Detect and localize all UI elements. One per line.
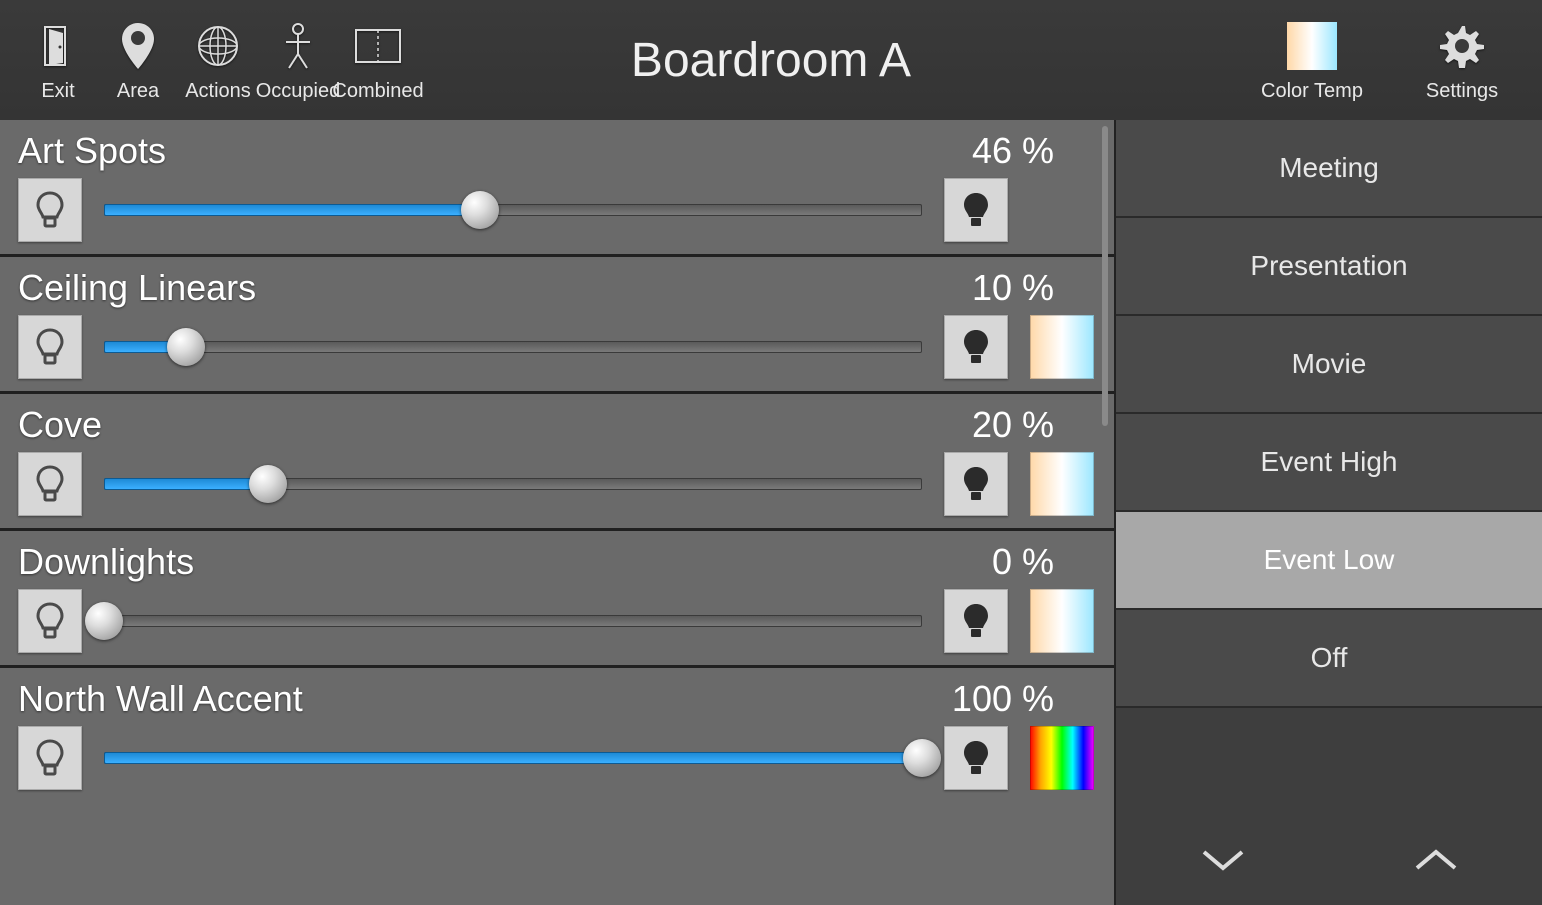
preset-page-up[interactable] [1329, 815, 1542, 905]
exit-icon [33, 18, 83, 74]
topbar: Exit Area Actions Occupied [0, 0, 1542, 120]
area-label: Area [117, 80, 159, 103]
occupied-button[interactable]: Occupied [258, 8, 338, 113]
actions-button[interactable]: Actions [178, 8, 258, 113]
channel-name: Art Spots [18, 130, 166, 172]
channel-percent: 0 % [992, 541, 1094, 583]
preset-button[interactable]: Movie [1116, 316, 1542, 414]
combined-icon [353, 18, 403, 74]
channel-row: Art Spots 46 % [0, 120, 1114, 257]
channel-name: Ceiling Linears [18, 267, 256, 309]
level-slider[interactable] [104, 464, 922, 504]
pin-icon [113, 18, 163, 74]
settings-button[interactable]: Settings [1402, 8, 1522, 113]
bulb-off-button[interactable] [18, 315, 82, 379]
actions-label: Actions [185, 80, 251, 103]
preset-spacer [1116, 708, 1542, 815]
level-slider[interactable] [104, 190, 922, 230]
channel-name: Downlights [18, 541, 194, 583]
channel-name: Cove [18, 404, 102, 446]
channel-percent: 46 % [972, 130, 1094, 172]
occupied-label: Occupied [256, 80, 341, 103]
topbar-right-group: Color Temp Settings [1252, 8, 1542, 113]
combined-label: Combined [332, 80, 423, 103]
bulb-on-button[interactable] [944, 178, 1008, 242]
channel-row: North Wall Accent 100 % [0, 668, 1114, 802]
color-temp-label: Color Temp [1261, 80, 1363, 103]
preset-button[interactable]: Off [1116, 610, 1542, 708]
bulb-on-button[interactable] [944, 726, 1008, 790]
color-temp-icon [1287, 18, 1337, 74]
preset-nav [1116, 815, 1542, 905]
bulb-off-button[interactable] [18, 589, 82, 653]
bulb-off-button[interactable] [18, 726, 82, 790]
body: Art Spots 46 % Ceiling Linears 10 % [0, 120, 1542, 905]
gear-icon [1437, 18, 1487, 74]
settings-label: Settings [1426, 80, 1498, 103]
channel-percent: 10 % [972, 267, 1094, 309]
exit-label: Exit [41, 80, 74, 103]
scrollbar[interactable] [1102, 126, 1108, 426]
preset-panel: MeetingPresentationMovieEvent HighEvent … [1114, 120, 1542, 905]
rgb-swatch[interactable] [1030, 726, 1094, 790]
level-slider[interactable] [104, 601, 922, 641]
topbar-left-group: Exit Area Actions Occupied [0, 8, 418, 113]
bulb-off-button[interactable] [18, 178, 82, 242]
channel-name: North Wall Accent [18, 678, 303, 720]
preset-button[interactable]: Event High [1116, 414, 1542, 512]
channel-percent: 20 % [972, 404, 1094, 446]
preset-page-down[interactable] [1116, 815, 1329, 905]
preset-button[interactable]: Presentation [1116, 218, 1542, 316]
globe-icon [193, 18, 243, 74]
bulb-on-button[interactable] [944, 589, 1008, 653]
channel-row: Downlights 0 % [0, 531, 1114, 668]
bulb-on-button[interactable] [944, 452, 1008, 516]
color-temp-swatch[interactable] [1030, 315, 1094, 379]
channel-percent: 100 % [952, 678, 1094, 720]
color-temp-button[interactable]: Color Temp [1252, 8, 1372, 113]
channel-list: Art Spots 46 % Ceiling Linears 10 % [0, 120, 1114, 905]
preset-button[interactable]: Event Low [1116, 512, 1542, 610]
channel-row: Cove 20 % [0, 394, 1114, 531]
combined-button[interactable]: Combined [338, 8, 418, 113]
person-icon [273, 18, 323, 74]
color-temp-swatch[interactable] [1030, 589, 1094, 653]
bulb-off-button[interactable] [18, 452, 82, 516]
level-slider[interactable] [104, 327, 922, 367]
channel-row: Ceiling Linears 10 % [0, 257, 1114, 394]
color-temp-swatch[interactable] [1030, 452, 1094, 516]
area-button[interactable]: Area [98, 8, 178, 113]
bulb-on-button[interactable] [944, 315, 1008, 379]
preset-button[interactable]: Meeting [1116, 120, 1542, 218]
level-slider[interactable] [104, 738, 922, 778]
exit-button[interactable]: Exit [18, 8, 98, 113]
